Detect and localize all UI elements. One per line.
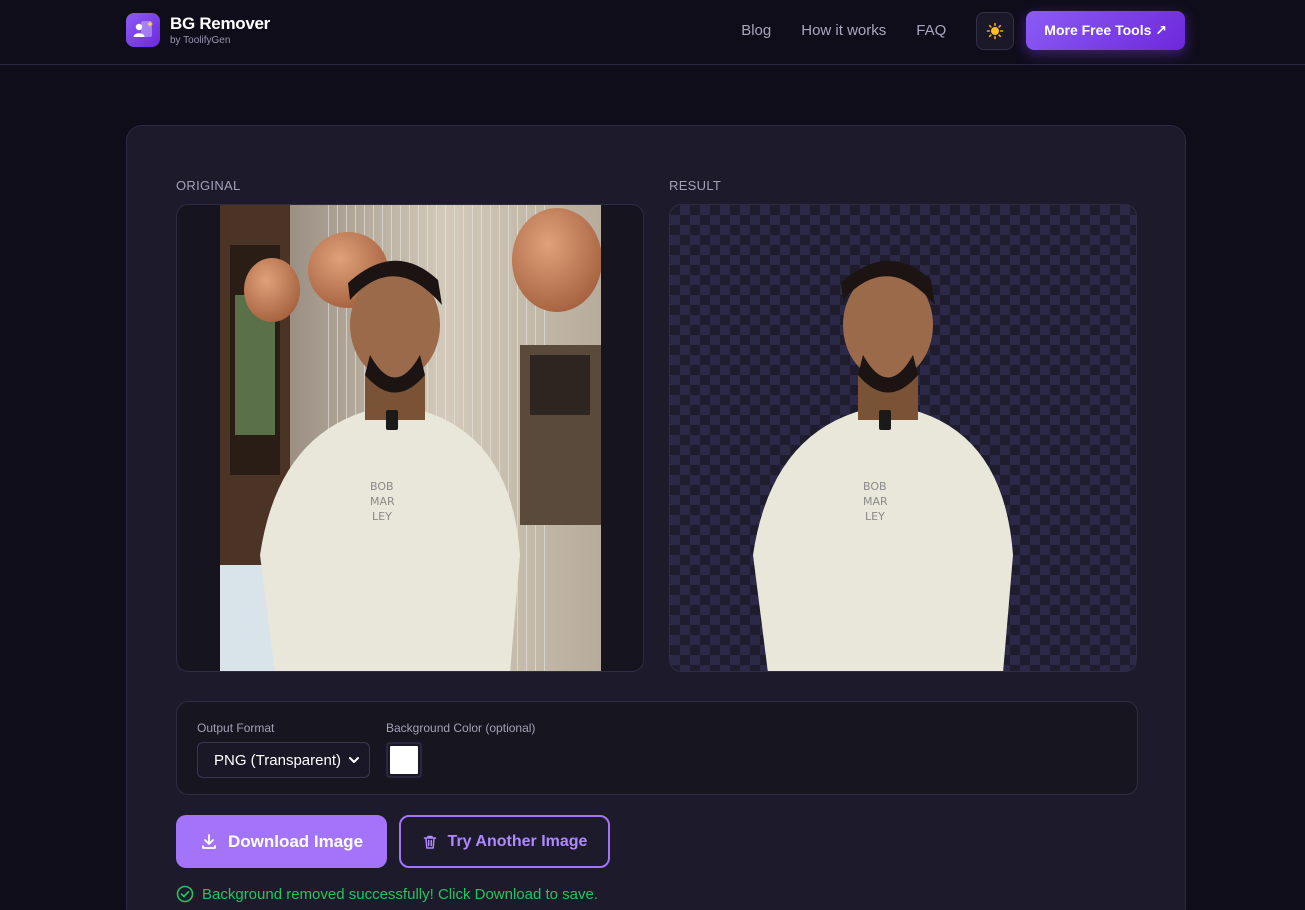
more-free-tools-button[interactable]: More Free Tools ↗ xyxy=(1026,11,1185,50)
result-label: RESULT xyxy=(669,178,722,193)
nav-link-blog[interactable]: Blog xyxy=(741,22,771,39)
try-another-image-button[interactable]: Try Another Image xyxy=(399,815,610,868)
download-image-button[interactable]: Download Image xyxy=(176,815,387,868)
theme-toggle-button[interactable] xyxy=(976,11,1015,50)
download-image-label: Download Image xyxy=(227,831,364,851)
brand-subtitle: by ToolifyGen xyxy=(170,34,231,46)
output-format-select[interactable]: PNG (Transparent) xyxy=(197,742,370,778)
sun-icon xyxy=(986,22,1004,39)
nav-link-faq[interactable]: FAQ xyxy=(916,22,946,39)
svg-text:BOB: BOB xyxy=(370,480,394,493)
result-image-panel: BOB MAR LEY xyxy=(669,204,1137,672)
logo-icon xyxy=(126,13,160,47)
original-label: ORIGINAL xyxy=(176,178,241,193)
top-header: BG Remover by ToolifyGen Blog How it wor… xyxy=(0,0,1305,65)
nav-link-how-it-works[interactable]: How it works xyxy=(801,22,886,39)
trash-icon xyxy=(422,834,438,850)
output-format-value: PNG (Transparent) xyxy=(214,751,341,769)
output-format-label: Output Format xyxy=(197,721,275,735)
brand[interactable]: BG Remover by ToolifyGen xyxy=(126,13,270,47)
svg-text:MAR: MAR xyxy=(863,495,888,508)
background-color-label: Background Color (optional) xyxy=(386,721,536,735)
editor-card: ORIGINAL RESULT BOB MAR LEY BOB MAR LEY … xyxy=(126,125,1186,910)
background-color-picker[interactable] xyxy=(386,742,422,778)
main-nav: Blog How it works FAQ More Free Tools ↗ xyxy=(741,11,1185,50)
original-image-panel: BOB MAR LEY xyxy=(176,204,644,672)
success-message-text: Background removed successfully! Click D… xyxy=(202,885,599,903)
svg-text:LEY: LEY xyxy=(372,510,392,523)
original-photo: BOB MAR LEY xyxy=(220,205,601,671)
svg-text:LEY: LEY xyxy=(865,510,885,523)
brand-title: BG Remover xyxy=(170,13,270,33)
try-another-image-label: Try Another Image xyxy=(447,832,588,850)
chevron-down-icon xyxy=(349,757,359,763)
svg-text:MAR: MAR xyxy=(370,495,395,508)
background-color-swatch xyxy=(390,746,418,774)
output-options: Output Format Background Color (optional… xyxy=(176,701,1138,795)
check-circle-icon xyxy=(176,885,194,903)
success-message: Background removed successfully! Click D… xyxy=(176,885,598,903)
result-photo: BOB MAR LEY xyxy=(753,260,1013,671)
svg-text:BOB: BOB xyxy=(863,480,887,493)
download-icon xyxy=(200,833,218,851)
